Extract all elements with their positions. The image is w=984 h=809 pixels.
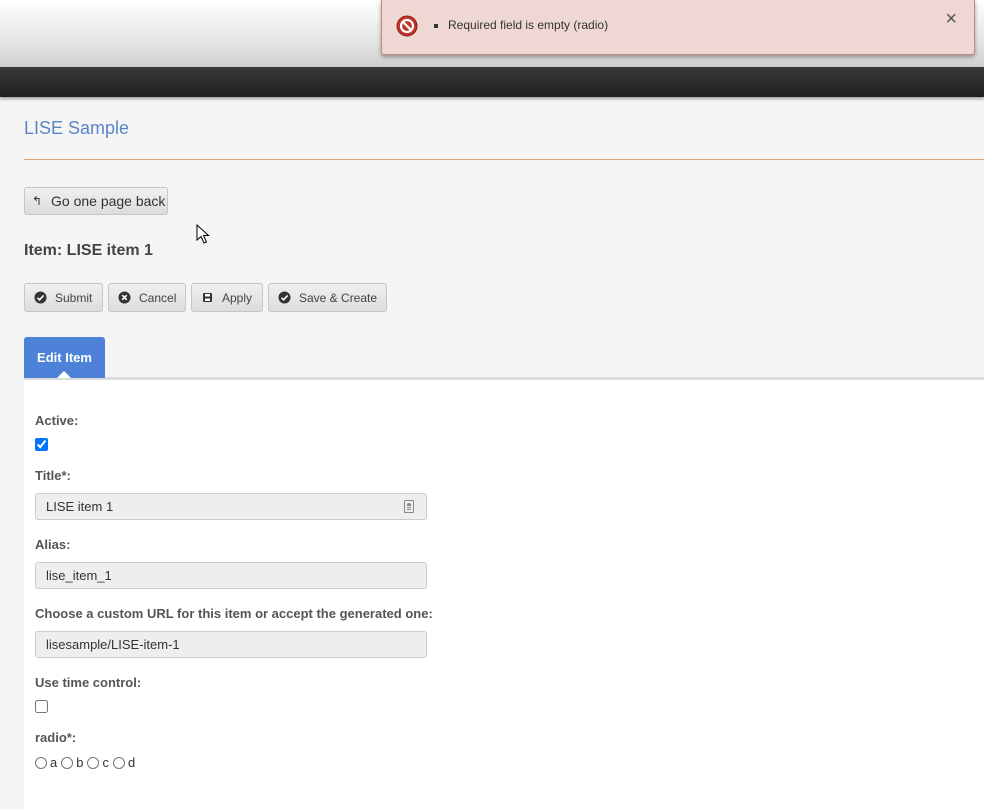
radio-button-d[interactable] [112, 756, 125, 769]
stop-icon [396, 15, 418, 37]
title-label: Title*: [35, 468, 71, 483]
alert-message: Required field is empty (radio) [448, 18, 608, 32]
radio-option-a[interactable]: a [35, 755, 57, 770]
radio-option-c[interactable]: c [87, 755, 109, 770]
go-back-button[interactable]: ↰ Go one page back [24, 187, 168, 215]
cancel-label: Cancel [139, 290, 177, 305]
edit-item-panel [24, 380, 984, 809]
radio-option-b[interactable]: b [61, 755, 83, 770]
radio-button-c[interactable] [87, 756, 100, 769]
radio-option-label: a [50, 755, 58, 770]
radio-group: a b c d [35, 755, 139, 770]
custom-url-input[interactable] [35, 631, 427, 658]
submit-label: Submit [55, 290, 93, 305]
alert-message-list: Required field is empty (radio) [434, 18, 608, 32]
apply-label: Apply [222, 290, 253, 305]
radio-option-label: c [102, 755, 109, 770]
time-control-label: Use time control: [35, 675, 142, 690]
radio-option-d[interactable]: d [112, 755, 136, 770]
save-create-button[interactable]: Save & Create [268, 283, 387, 312]
title-divider [24, 159, 984, 160]
save-create-label: Save & Create [299, 290, 378, 305]
item-heading: Item: LISE item 1 [24, 242, 153, 259]
alias-label: Alias: [35, 537, 71, 552]
radio-button-a[interactable] [35, 756, 47, 769]
alias-input[interactable] [35, 562, 427, 589]
custom-url-label: Choose a custom URL for this item or acc… [35, 606, 433, 621]
check-circle-icon [278, 291, 291, 304]
tab-edit-item-label: Edit Item [37, 350, 92, 365]
radio-button-b[interactable] [61, 756, 74, 769]
error-alert: Required field is empty (radio) × [381, 0, 975, 55]
radio-option-label: d [127, 755, 136, 770]
cancel-button[interactable]: Cancel [108, 283, 186, 312]
page-title: LISE Sample [24, 118, 130, 138]
close-icon[interactable]: × [945, 9, 957, 29]
back-arrow-icon: ↰ [31, 194, 43, 208]
main-navbar [0, 67, 984, 97]
disk-icon [203, 293, 212, 302]
submit-button[interactable]: Submit [24, 283, 103, 312]
active-label: Active: [35, 413, 79, 428]
radio-option-label: b [76, 755, 84, 770]
title-input[interactable] [35, 493, 427, 520]
contact-card-icon[interactable] [404, 500, 414, 513]
go-back-label: Go one page back [51, 193, 166, 209]
active-tab-indicator [57, 371, 71, 378]
x-circle-icon [118, 291, 131, 304]
mouse-cursor-icon [196, 224, 210, 244]
apply-button[interactable]: Apply [191, 283, 263, 312]
time-control-checkbox[interactable] [35, 700, 48, 713]
check-circle-icon [34, 291, 47, 304]
radio-label: radio*: [35, 730, 77, 745]
active-checkbox[interactable] [35, 438, 48, 451]
